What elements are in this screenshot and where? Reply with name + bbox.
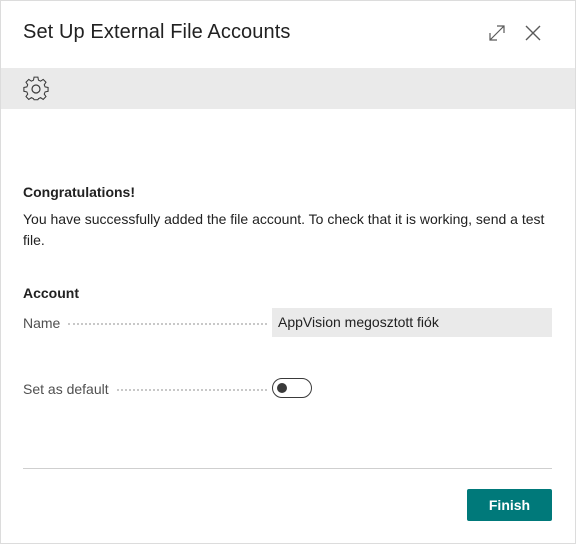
gear-icon	[23, 76, 49, 101]
name-label-text: Name	[23, 315, 61, 331]
default-field-label: Set as default	[23, 380, 271, 398]
success-message: You have successfully added the file acc…	[23, 211, 545, 248]
dialog-title: Set Up External File Accounts	[23, 21, 291, 43]
leader-dots	[116, 389, 267, 391]
setup-dialog: Set Up External File Accounts Congratula…	[0, 0, 576, 544]
finish-button[interactable]: Finish	[467, 489, 552, 521]
expand-button[interactable]	[485, 21, 509, 45]
action-bar	[1, 68, 575, 109]
expand-diagonal-icon	[489, 25, 505, 41]
set-as-default-toggle[interactable]	[272, 378, 312, 398]
account-section-title: Account	[23, 285, 79, 301]
name-field[interactable]: AppVision megosztott fiók	[272, 308, 552, 337]
close-button[interactable]	[521, 21, 545, 45]
name-field-label: Name	[23, 314, 271, 332]
default-label-text: Set as default	[23, 381, 109, 397]
close-icon	[525, 25, 541, 41]
footer-divider	[23, 468, 552, 469]
toggle-knob	[277, 383, 287, 393]
leader-dots	[68, 323, 267, 325]
success-heading: Congratulations!	[23, 184, 135, 200]
settings-button[interactable]	[23, 76, 49, 102]
